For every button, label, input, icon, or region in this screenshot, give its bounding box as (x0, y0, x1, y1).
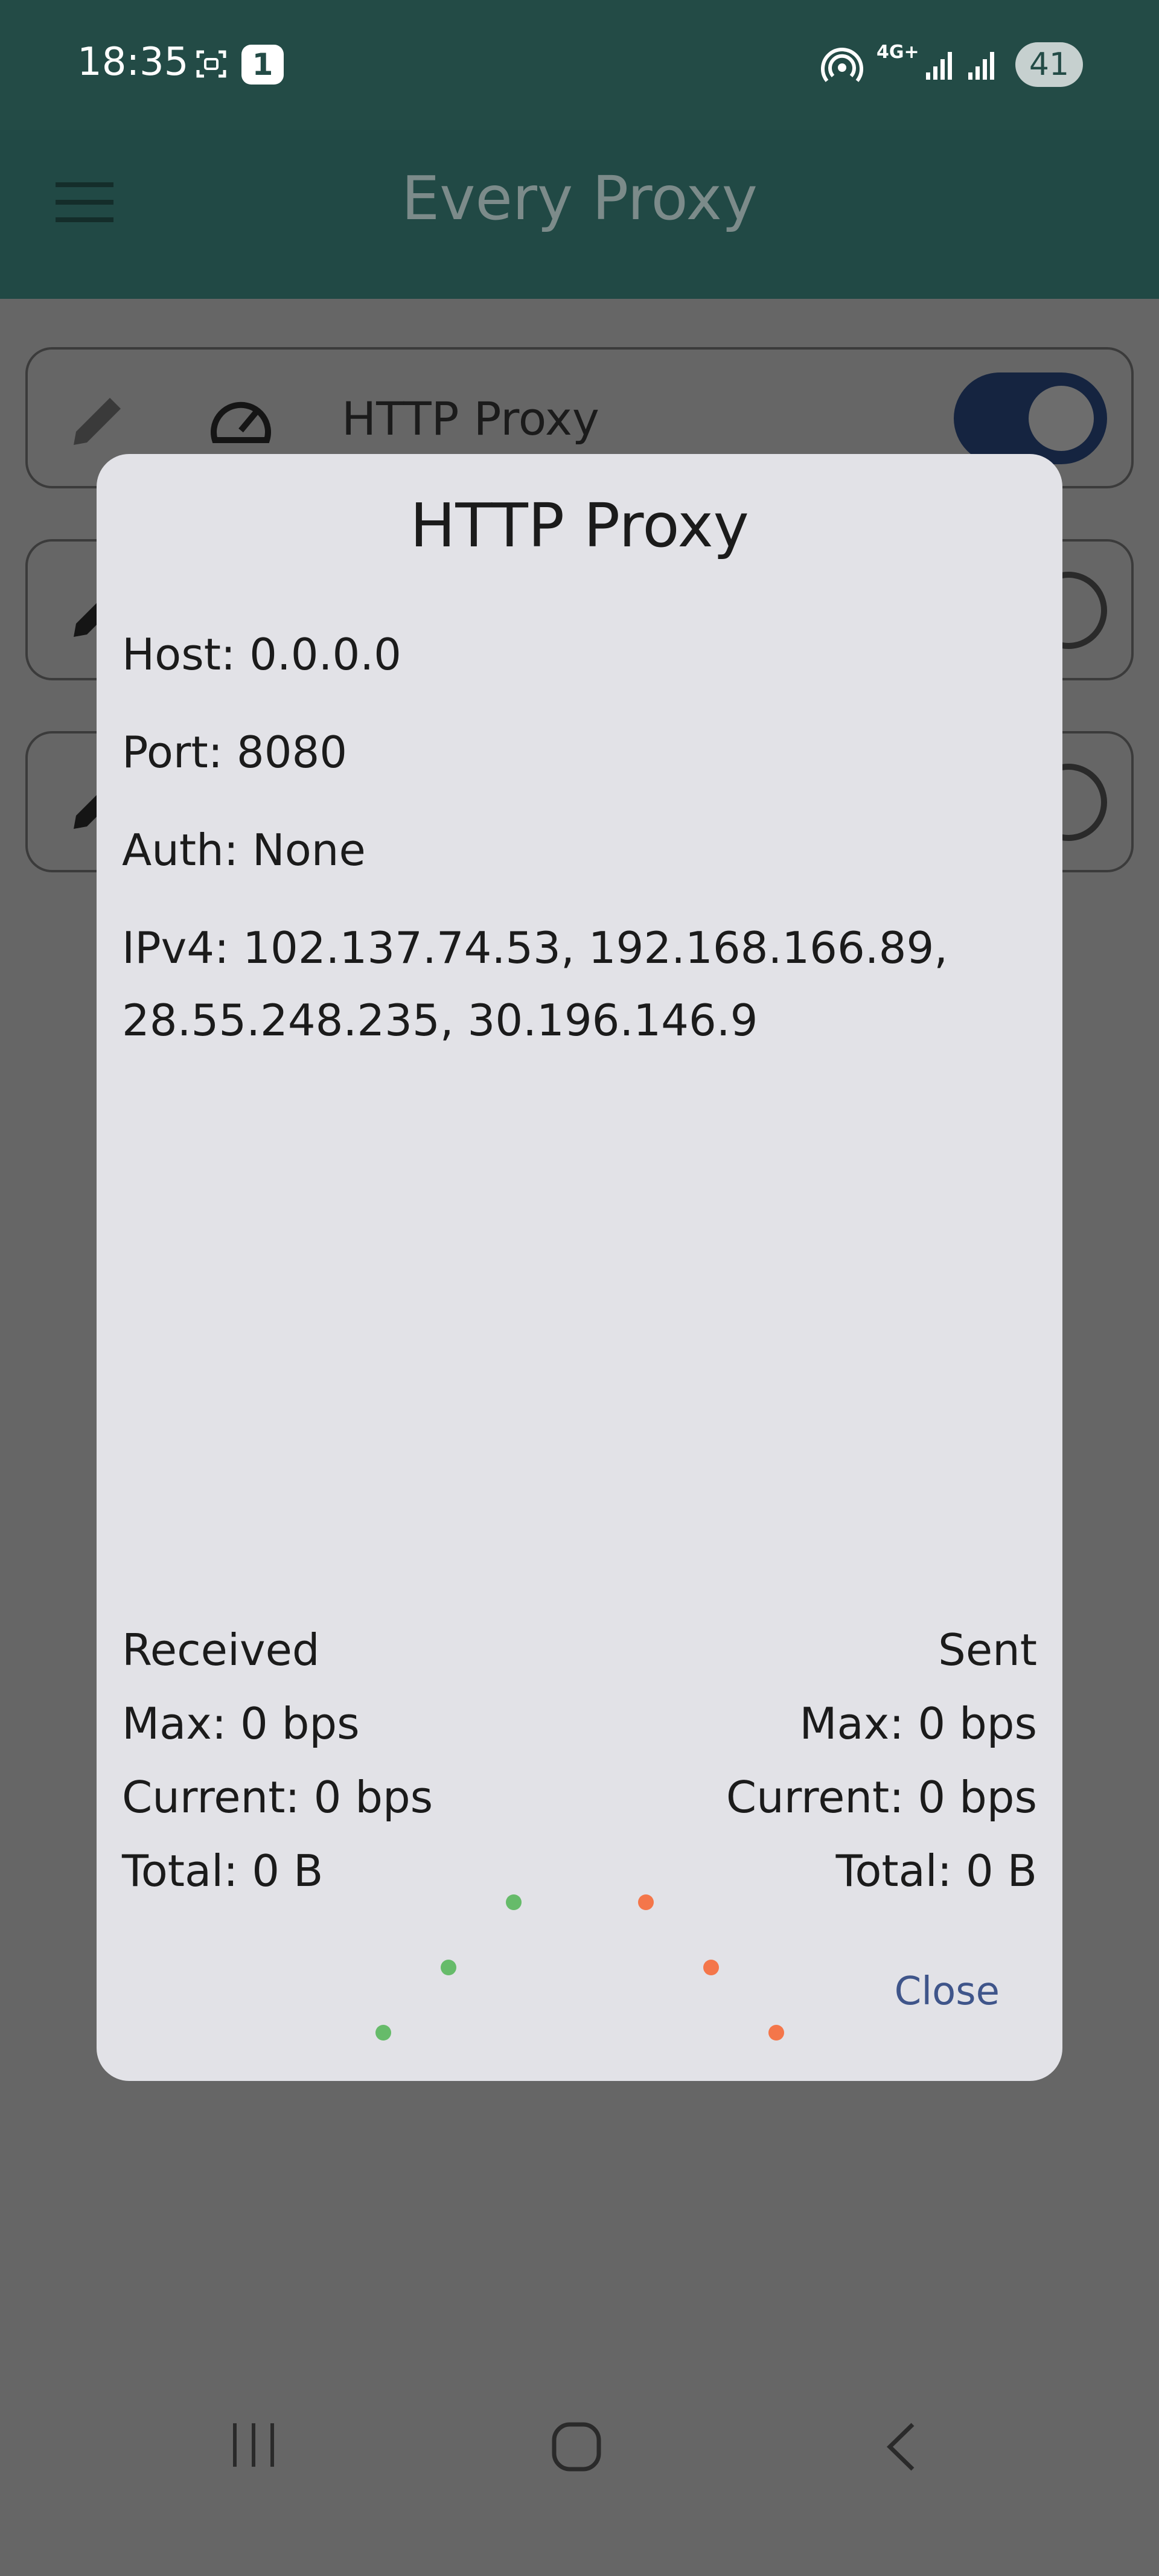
back-icon[interactable] (883, 2421, 919, 2473)
received-heading: Received (122, 1625, 320, 1675)
sent-current: Current: 0 bps (726, 1772, 1037, 1823)
signal-icon (926, 52, 952, 80)
sent-stats: Sent Max: 0 bps Current: 0 bps Total: 0 … (578, 1613, 1037, 1908)
network-type-label: 4G+ (876, 42, 919, 63)
received-current: Current: 0 bps (122, 1772, 433, 1823)
received-total: Total: 0 B (122, 1846, 324, 1896)
ipv4-text-line2: 28.55.248.235, 30.196.146.9 (122, 995, 758, 1046)
received-stats: Received Max: 0 bps Current: 0 bps Total… (122, 1613, 581, 1908)
screenshot-icon (196, 50, 226, 78)
proxy-card-label: HTTP Proxy (342, 392, 599, 446)
close-button[interactable]: Close (895, 1969, 1000, 2014)
proxy-details-dialog: HTTP Proxy Host: 0.0.0.0 Port: 8080 Auth… (97, 454, 1062, 2081)
received-point (375, 2025, 391, 2041)
battery-indicator: 41 (1015, 42, 1083, 87)
sent-point (703, 1960, 719, 1975)
status-bar: 18:35 1 4G+ 41 (0, 0, 1159, 130)
status-time: 18:35 (77, 40, 189, 85)
auth-text: Auth: None (122, 825, 366, 875)
sent-max: Max: 0 bps (799, 1698, 1037, 1749)
speedometer-icon (211, 401, 271, 443)
sent-heading: Sent (938, 1625, 1037, 1675)
sent-total: Total: 0 B (835, 1846, 1037, 1896)
system-nav-bar (0, 2421, 1159, 2576)
signal-icon-sim2 (968, 52, 994, 80)
recent-apps-icon[interactable] (229, 2421, 278, 2469)
received-max: Max: 0 bps (122, 1698, 360, 1749)
toggle-knob (1029, 386, 1094, 451)
proxy-toggle-http[interactable] (954, 372, 1107, 464)
ipv4-text-line1: IPv4: 102.137.74.53, 192.168.166.89, (122, 922, 948, 973)
host-text: Host: 0.0.0.0 (122, 629, 401, 680)
hotspot-icon (821, 48, 863, 82)
app-title: Every Proxy (401, 163, 758, 234)
home-icon[interactable] (551, 2421, 602, 2473)
edit-icon[interactable] (68, 391, 128, 451)
dialog-title: HTTP Proxy (410, 490, 749, 561)
received-point (441, 1960, 456, 1975)
notification-badge: 1 (241, 45, 284, 85)
port-text: Port: 8080 (122, 727, 348, 778)
sent-point (768, 2025, 784, 2041)
